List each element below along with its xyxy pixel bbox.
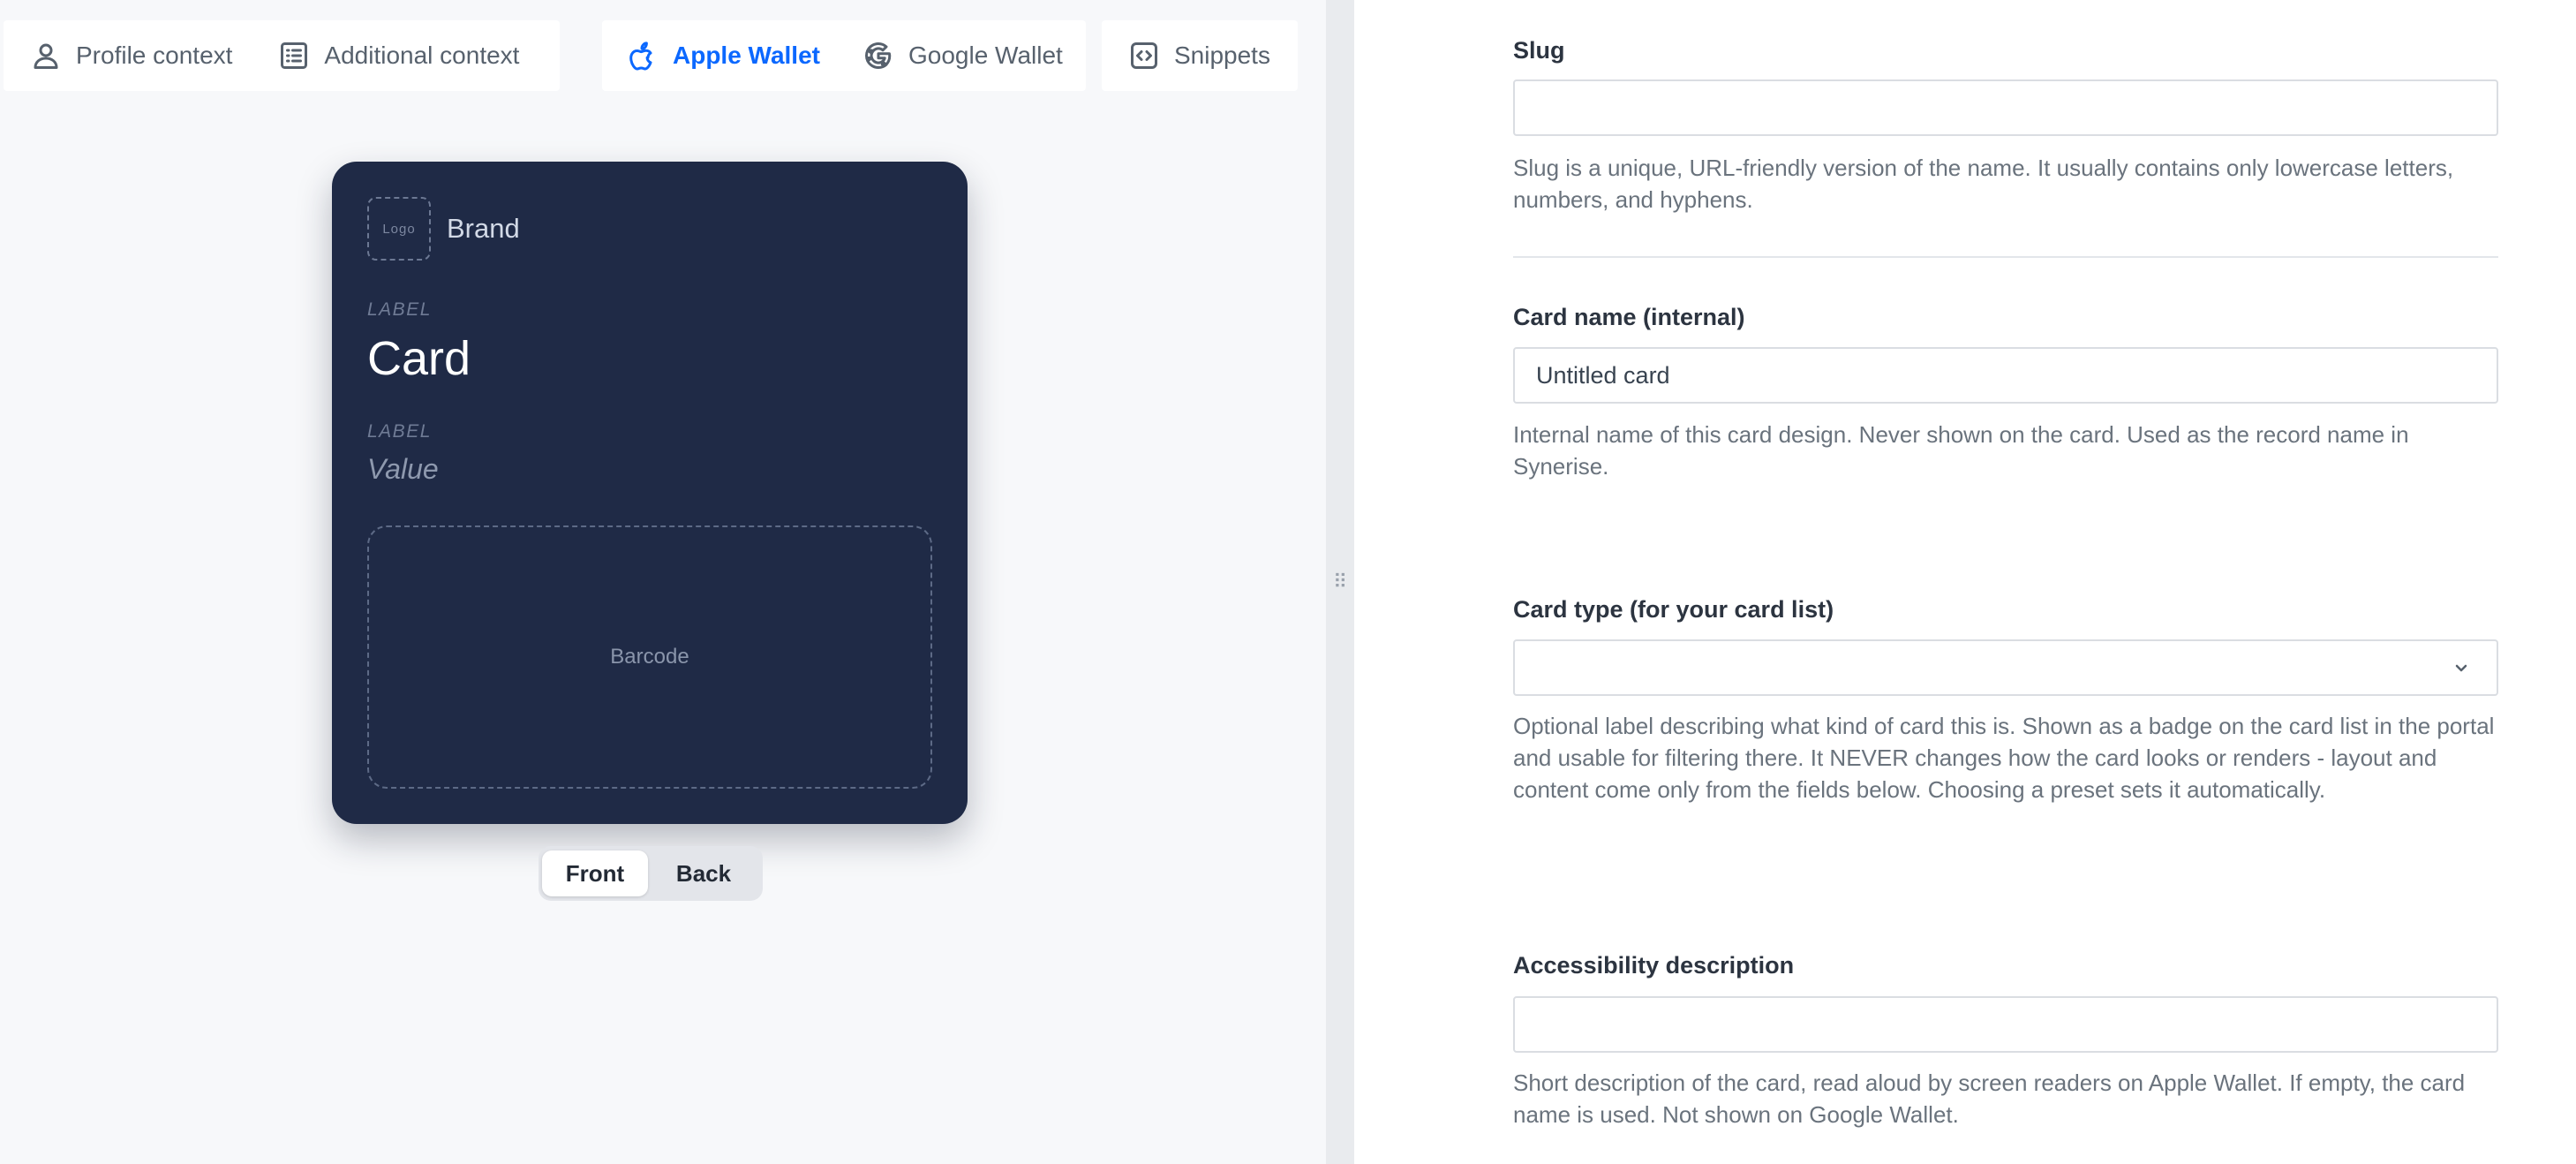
section-divider (1513, 256, 2498, 258)
secondary-field-label: LABEL (367, 421, 432, 442)
profile-context-button[interactable]: Profile context (4, 20, 257, 91)
barcode-label: Barcode (610, 645, 689, 669)
slug-label: Slug (1513, 37, 1565, 64)
preview-pane: Profile context Additional context Apple… (0, 0, 1326, 1164)
code-icon (1128, 40, 1160, 72)
accessibility-help: Short description of the card, read alou… (1513, 1070, 2466, 1128)
additional-context-button[interactable]: Additional context (257, 20, 546, 91)
chevron-down-icon (2451, 657, 2472, 678)
user-icon (30, 40, 62, 72)
slug-input[interactable] (1513, 79, 2498, 136)
primary-field-value: Card (367, 332, 471, 385)
list-icon (278, 40, 310, 72)
drag-handle-icon: ⠿ (1332, 571, 1348, 593)
barcode-placeholder: Barcode (367, 525, 932, 789)
apple-wallet-tab[interactable]: Apple Wallet (602, 20, 843, 91)
slug-help: Slug is a unique, URL-friendly version o… (1513, 155, 2454, 213)
card-preview: Logo Brand LABEL Card LABEL Value Barcod… (332, 162, 968, 824)
context-toolbar: Profile context Additional context (4, 20, 560, 91)
primary-field-label: LABEL (367, 299, 432, 320)
logo-placeholder: Logo (367, 197, 431, 261)
card-name-input[interactable] (1513, 347, 2498, 404)
snippets-label: Snippets (1174, 42, 1270, 69)
secondary-field-value: Value (367, 453, 439, 485)
card-brand: Brand (447, 213, 520, 244)
google-wallet-label: Google Wallet (908, 42, 1063, 69)
accessibility-label: Accessibility description (1513, 952, 1795, 979)
apple-wallet-label: Apple Wallet (673, 42, 820, 69)
card-name-help: Internal name of this card design. Never… (1513, 421, 2409, 480)
card-type-label: Card type (for your card list) (1513, 596, 1834, 623)
front-button[interactable]: Front (542, 850, 648, 896)
profile-context-label: Profile context (76, 42, 233, 69)
settings-form: Slug Slug is a unique, URL-friendly vers… (1354, 0, 2576, 1164)
snippets-button[interactable]: Snippets (1102, 20, 1297, 91)
card-type-help: Optional label describing what kind of c… (1513, 713, 2495, 803)
google-icon (862, 40, 894, 72)
apple-icon (627, 40, 659, 72)
back-button[interactable]: Back (648, 850, 759, 896)
card-side-toggle: Front Back (539, 846, 763, 901)
wallet-toolbar: Apple Wallet Google Wallet (602, 20, 1086, 91)
card-type-select[interactable] (1513, 639, 2498, 696)
snippets-toolbar: Snippets (1102, 20, 1298, 91)
google-wallet-tab[interactable]: Google Wallet (843, 20, 1089, 91)
additional-context-label: Additional context (324, 42, 520, 69)
accessibility-input[interactable] (1513, 996, 2498, 1053)
card-name-label: Card name (internal) (1513, 304, 1745, 330)
pane-resize-handle[interactable]: ⠿ (1326, 0, 1354, 1164)
